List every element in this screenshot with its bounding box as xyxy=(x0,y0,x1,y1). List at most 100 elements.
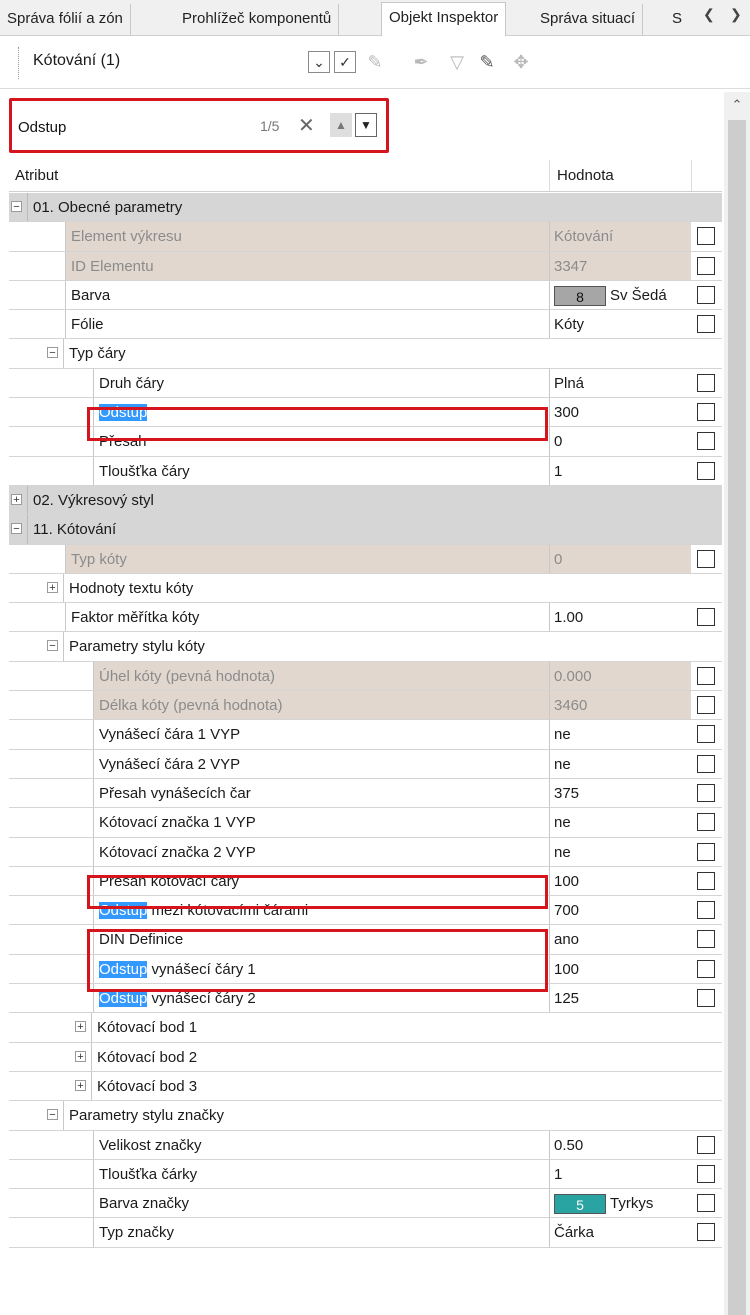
property-value[interactable]: 100 xyxy=(549,954,691,984)
group-row[interactable]: + Kótovací bod 2 xyxy=(9,1042,722,1072)
expand-icon[interactable]: + xyxy=(75,1050,86,1062)
expand-icon[interactable]: + xyxy=(11,493,22,505)
row-checkbox[interactable] xyxy=(697,373,715,392)
property-value[interactable]: 700 xyxy=(549,896,691,925)
tab-overflow[interactable]: S xyxy=(665,4,689,36)
property-row[interactable]: Přesah kótovací čáry 100 xyxy=(9,866,722,897)
property-value[interactable]: 5 Tyrkys xyxy=(549,1189,691,1218)
row-checkbox[interactable] xyxy=(697,403,715,422)
property-value[interactable]: Kóty xyxy=(549,310,691,339)
property-row[interactable]: Faktor měřítka kóty 1.00 xyxy=(9,603,722,633)
property-row[interactable]: Typ značky Čárka xyxy=(9,1218,722,1248)
collapse-icon[interactable]: − xyxy=(47,347,58,359)
collapse-icon[interactable]: − xyxy=(11,201,22,213)
property-value[interactable]: 1.00 xyxy=(549,603,691,632)
property-row[interactable]: Barva 8 Sv Šedá xyxy=(9,280,722,311)
filter-disabled-icon[interactable]: ▽ xyxy=(446,51,468,73)
property-row[interactable]: ID Elementu 3347 xyxy=(9,251,722,281)
property-value[interactable]: ne xyxy=(549,837,691,866)
property-row[interactable]: Odstup vynášecí čáry 2 125 xyxy=(9,984,722,1014)
property-row[interactable]: Odstup vynášecí čáry 1 100 xyxy=(9,954,722,985)
collapse-icon[interactable]: − xyxy=(47,640,58,652)
property-row[interactable]: Fólie Kóty xyxy=(9,310,722,340)
row-checkbox[interactable] xyxy=(697,989,715,1008)
scroll-up-icon[interactable]: ⌃ xyxy=(724,92,750,118)
property-row[interactable]: Odstup 300 xyxy=(9,398,722,428)
property-row[interactable]: Úhel kóty (pevná hodnota) 0.000 xyxy=(9,661,722,692)
property-row[interactable]: Délka kóty (pevná hodnota) 3460 xyxy=(9,691,722,721)
property-row[interactable]: Velikost značky 0.50 xyxy=(9,1130,722,1160)
clear-search-icon[interactable]: ✕ xyxy=(298,113,315,138)
expand-icon[interactable]: + xyxy=(75,1021,86,1033)
brush-disabled-icon[interactable]: ✒ xyxy=(410,51,432,73)
property-row[interactable]: Druh čáry Plná xyxy=(9,368,722,399)
property-row[interactable]: Přesah 0 xyxy=(9,427,722,457)
property-value[interactable]: Kótování xyxy=(549,222,691,251)
row-checkbox[interactable] xyxy=(697,813,715,832)
property-row[interactable]: Vynášecí čára 1 VYP ne xyxy=(9,720,722,750)
collapse-icon[interactable]: − xyxy=(47,1109,58,1121)
row-checkbox[interactable] xyxy=(697,608,715,627)
property-value[interactable]: 0 xyxy=(549,544,691,573)
property-row[interactable]: Tloušťka čáry 1 xyxy=(9,456,722,486)
row-checkbox[interactable] xyxy=(697,871,715,890)
property-value[interactable]: 0.50 xyxy=(549,1130,691,1159)
property-value[interactable]: Plná xyxy=(549,368,691,398)
property-row[interactable]: Typ kóty 0 xyxy=(9,544,722,574)
previous-match-button[interactable]: ▲ xyxy=(330,113,352,137)
property-value[interactable]: ano xyxy=(549,925,691,954)
attribute-column-header[interactable]: Atribut xyxy=(15,167,58,184)
property-value[interactable]: 3347 xyxy=(549,251,691,280)
check-icon[interactable]: ✓ xyxy=(334,51,356,73)
group-row[interactable]: + Hodnoty textu kóty xyxy=(9,573,722,604)
property-row[interactable]: Vynášecí čára 2 VYP ne xyxy=(9,749,722,779)
group-row[interactable]: −11. Kótování xyxy=(9,515,722,545)
color-swatch[interactable]: 5 xyxy=(554,1194,606,1215)
row-checkbox[interactable] xyxy=(697,285,715,304)
property-value[interactable]: 0.000 xyxy=(549,661,691,691)
group-row[interactable]: + Kótovací bod 1 xyxy=(9,1013,722,1043)
tab-scroll-right-icon[interactable]: ❯ xyxy=(730,6,742,23)
property-value[interactable]: 3460 xyxy=(549,691,691,720)
property-row[interactable]: Barva značky 5 Tyrkys xyxy=(9,1189,722,1219)
toolbar-grip[interactable] xyxy=(18,47,22,79)
group-row[interactable]: + Kótovací bod 3 xyxy=(9,1071,722,1102)
row-checkbox[interactable] xyxy=(697,754,715,773)
property-row[interactable]: Přesah vynášecích čar 375 xyxy=(9,778,722,809)
property-value[interactable]: 125 xyxy=(549,984,691,1013)
expand-icon[interactable]: + xyxy=(75,1079,86,1091)
tab-scroll-left-icon[interactable]: ❮ xyxy=(703,6,715,23)
property-row[interactable]: DIN Definice ano xyxy=(9,925,722,955)
group-row[interactable]: − Typ čáry xyxy=(9,339,722,369)
tab-object-inspector[interactable]: Objekt Inspektor xyxy=(381,2,507,36)
group-row[interactable]: − Parametry stylu kóty xyxy=(9,632,722,662)
row-checkbox[interactable] xyxy=(697,315,715,334)
property-value[interactable]: 375 xyxy=(549,778,691,808)
row-checkbox[interactable] xyxy=(697,1223,715,1242)
row-checkbox[interactable] xyxy=(697,696,715,715)
property-value[interactable]: 8 Sv Šedá xyxy=(549,280,691,310)
eyedropper-icon[interactable]: ✎ xyxy=(476,51,498,73)
wand-disabled-icon[interactable]: ✥ xyxy=(510,51,532,73)
property-value[interactable]: ne xyxy=(549,720,691,749)
color-swatch[interactable]: 8 xyxy=(554,285,606,306)
row-checkbox[interactable] xyxy=(697,461,715,480)
search-input[interactable] xyxy=(18,116,228,138)
property-value[interactable]: ne xyxy=(549,808,691,837)
row-checkbox[interactable] xyxy=(697,549,715,568)
collapse-icon[interactable]: − xyxy=(11,523,22,535)
row-checkbox[interactable] xyxy=(697,227,715,246)
row-checkbox[interactable] xyxy=(697,842,715,861)
property-value[interactable]: 300 xyxy=(549,398,691,427)
tab-situations[interactable]: Správa situací xyxy=(533,4,644,36)
chevron-down-icon[interactable]: ⌄ xyxy=(308,51,330,73)
edit-disabled-icon[interactable]: ✎ xyxy=(364,51,386,73)
expand-icon[interactable]: + xyxy=(47,581,58,593)
row-checkbox[interactable] xyxy=(697,725,715,744)
row-checkbox[interactable] xyxy=(697,930,715,949)
value-column-header[interactable]: Hodnota xyxy=(557,167,614,184)
property-row[interactable]: Tloušťka čárky 1 xyxy=(9,1159,722,1190)
property-value[interactable]: 1 xyxy=(549,1159,691,1189)
property-value[interactable]: ne xyxy=(549,749,691,778)
property-row[interactable]: Element výkresu Kótování xyxy=(9,222,722,252)
